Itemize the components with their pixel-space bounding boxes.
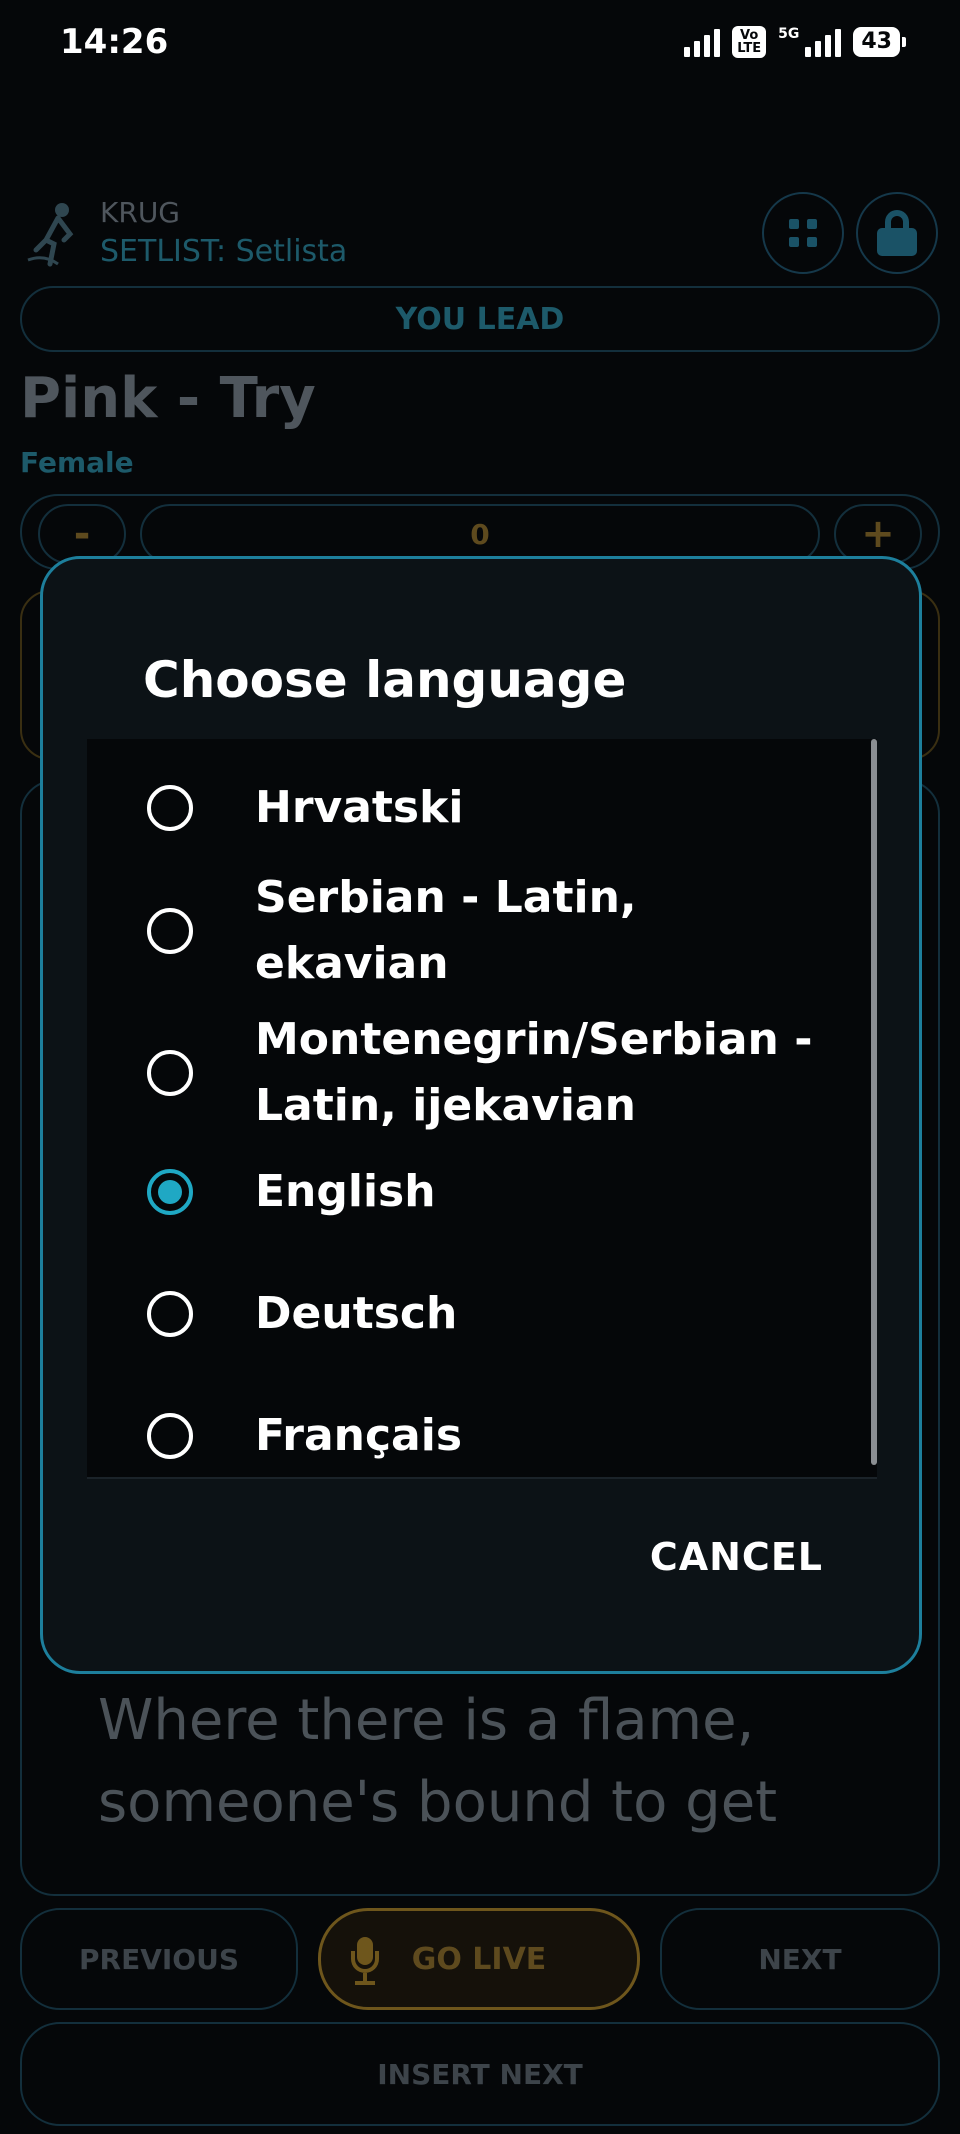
- voice-label: Female: [20, 446, 134, 479]
- option-label: Français: [255, 1410, 463, 1461]
- language-option-english[interactable]: English: [87, 1159, 867, 1225]
- option-label: Deutsch: [255, 1288, 458, 1339]
- language-options-list[interactable]: Hrvatski Serbian - Latin, ekavian Monten…: [87, 739, 877, 1479]
- go-live-label: GO LIVE: [411, 1941, 547, 1977]
- radio-button[interactable]: [147, 1050, 193, 1096]
- setlist-label: SETLIST: Setlista: [100, 234, 348, 269]
- radio-button[interactable]: [147, 1291, 193, 1337]
- language-option-francais[interactable]: Français: [87, 1403, 867, 1469]
- microphone-icon: [351, 1937, 379, 1987]
- insert-next-button[interactable]: INSERT NEXT: [20, 2022, 940, 2126]
- radio-button[interactable]: [147, 785, 193, 831]
- app-name: KRUG: [100, 196, 181, 229]
- dialog-title: Choose language: [143, 651, 627, 709]
- song-title: Pink - Try: [20, 366, 316, 431]
- cancel-button[interactable]: CANCEL: [650, 1535, 823, 1579]
- grid-view-button[interactable]: [762, 192, 844, 274]
- option-label: English: [255, 1166, 436, 1217]
- previous-button[interactable]: PREVIOUS: [20, 1908, 298, 2010]
- singer-logo-icon: [27, 203, 74, 267]
- scrollbar[interactable]: [871, 739, 877, 1465]
- option-label: Montenegrin/Serbian - Latin, ijekavian: [255, 1014, 813, 1131]
- language-dialog: Choose language Hrvatski Serbian - Latin…: [40, 556, 922, 1674]
- language-option-montenegrin-serbian[interactable]: Montenegrin/Serbian - Latin, ijekavian: [87, 1007, 867, 1139]
- next-button[interactable]: NEXT: [660, 1908, 940, 2010]
- language-option-serbian-ekavian[interactable]: Serbian - Latin, ekavian: [87, 865, 867, 997]
- lyrics-text: Where there is a flame, someone's bound …: [98, 1688, 778, 1835]
- lock-button[interactable]: [856, 192, 938, 274]
- transpose-minus-button[interactable]: -: [38, 504, 126, 564]
- you-lead-button[interactable]: YOU LEAD: [20, 286, 940, 352]
- transpose-plus-button[interactable]: +: [834, 504, 922, 564]
- transpose-value: 0: [140, 504, 820, 564]
- option-label: Serbian - Latin, ekavian: [255, 872, 637, 989]
- language-option-deutsch[interactable]: Deutsch: [87, 1281, 867, 1347]
- radio-button[interactable]: [147, 908, 193, 954]
- option-label: Hrvatski: [255, 782, 464, 833]
- radio-button[interactable]: [147, 1413, 193, 1459]
- radio-button-selected[interactable]: [147, 1169, 193, 1215]
- language-option-hrvatski[interactable]: Hrvatski: [87, 775, 867, 841]
- lyrics-viewport: Where there is a flame, someone's bound …: [20, 1670, 940, 1856]
- go-live-button[interactable]: GO LIVE: [318, 1908, 640, 2010]
- lock-icon: [877, 210, 917, 256]
- grid-icon: [789, 219, 817, 247]
